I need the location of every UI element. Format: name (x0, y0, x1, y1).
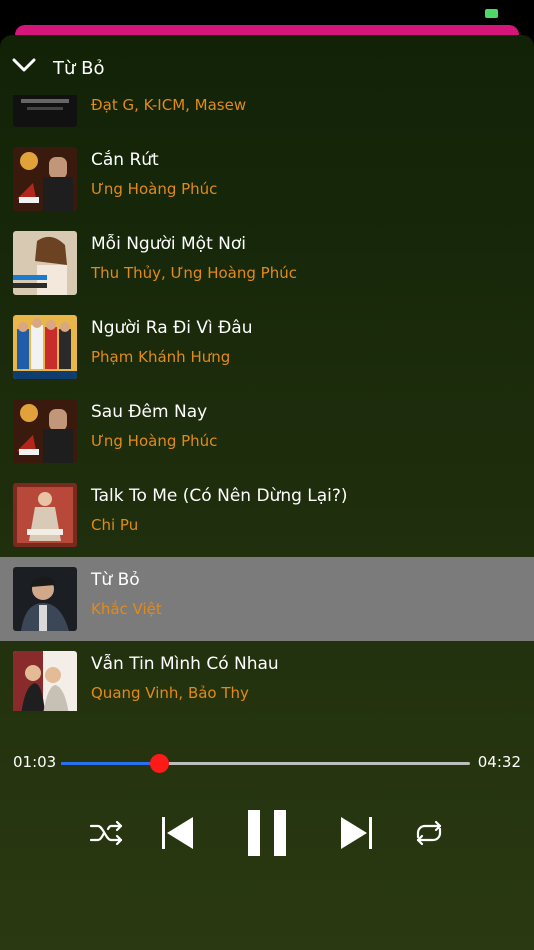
total-time: 04:32 (477, 753, 521, 771)
song-list[interactable]: Đạt G, K-ICM, Masew Cắn Rứt Ưng Hoàng Ph… (0, 95, 534, 711)
song-row[interactable]: Cắn Rứt Ưng Hoàng Phúc (0, 137, 534, 221)
song-row-active[interactable]: Từ Bỏ Khắc Việt (0, 557, 534, 641)
chevron-down-icon[interactable] (12, 57, 36, 73)
album-art (13, 95, 77, 127)
album-art (13, 567, 77, 631)
album-art (13, 399, 77, 463)
song-title: Cắn Rứt (91, 150, 159, 170)
song-title: Mỗi Người Một Nơi (91, 234, 246, 254)
song-title: Người Ra Đi Vì Đâu (91, 318, 253, 338)
song-artist: Chi Pu (91, 516, 139, 534)
shuffle-icon[interactable] (86, 805, 128, 861)
song-row[interactable]: Sau Đêm Nay Ưng Hoàng Phúc (0, 389, 534, 473)
pause-icon[interactable] (244, 805, 290, 861)
song-artist: Phạm Khánh Hưng (91, 348, 231, 366)
battery-icon (485, 9, 498, 18)
song-title: Từ Bỏ (91, 570, 140, 590)
album-art (13, 651, 77, 711)
previous-icon[interactable] (156, 805, 198, 861)
page-title: Từ Bỏ (53, 58, 105, 79)
seek-knob[interactable] (150, 754, 169, 773)
progress-bar: 01:03 04:32 (0, 745, 534, 781)
song-title: Vẫn Tin Mình Có Nhau (91, 654, 279, 674)
song-artist: Quang Vinh, Bảo Thy (91, 684, 249, 702)
song-row[interactable]: Vẫn Tin Mình Có Nhau Quang Vinh, Bảo Thy (0, 641, 534, 711)
album-art (13, 147, 77, 211)
playback-controls (0, 805, 534, 865)
song-artist: Ưng Hoàng Phúc (91, 180, 218, 198)
album-art (13, 483, 77, 547)
song-artist: Khắc Việt (91, 600, 162, 618)
song-row[interactable]: Người Ra Đi Vì Đâu Phạm Khánh Hưng (0, 305, 534, 389)
progress-fill (61, 762, 159, 765)
song-row[interactable]: Talk To Me (Có Nên Dừng Lại?) Chi Pu (0, 473, 534, 557)
current-time: 01:03 (13, 753, 57, 771)
now-playing-sheet: Từ Bỏ Đạt G, K-ICM, Masew Cắn Rứt Ưng Ho… (0, 35, 534, 950)
song-artist: Thu Thủy, Ưng Hoàng Phúc (91, 264, 297, 282)
album-art (13, 315, 77, 379)
repeat-icon[interactable] (408, 805, 450, 861)
song-title: Sau Đêm Nay (91, 402, 208, 422)
song-artist: Ưng Hoàng Phúc (91, 432, 218, 450)
song-title: Talk To Me (Có Nên Dừng Lại?) (91, 486, 348, 506)
next-icon[interactable] (336, 805, 378, 861)
album-art (13, 231, 77, 295)
seek-slider[interactable] (61, 754, 470, 773)
song-artist: Đạt G, K-ICM, Masew (91, 96, 247, 114)
song-row[interactable]: Đạt G, K-ICM, Masew (0, 95, 534, 137)
song-row[interactable]: Mỗi Người Một Nơi Thu Thủy, Ưng Hoàng Ph… (0, 221, 534, 305)
header: Từ Bỏ (0, 35, 534, 95)
